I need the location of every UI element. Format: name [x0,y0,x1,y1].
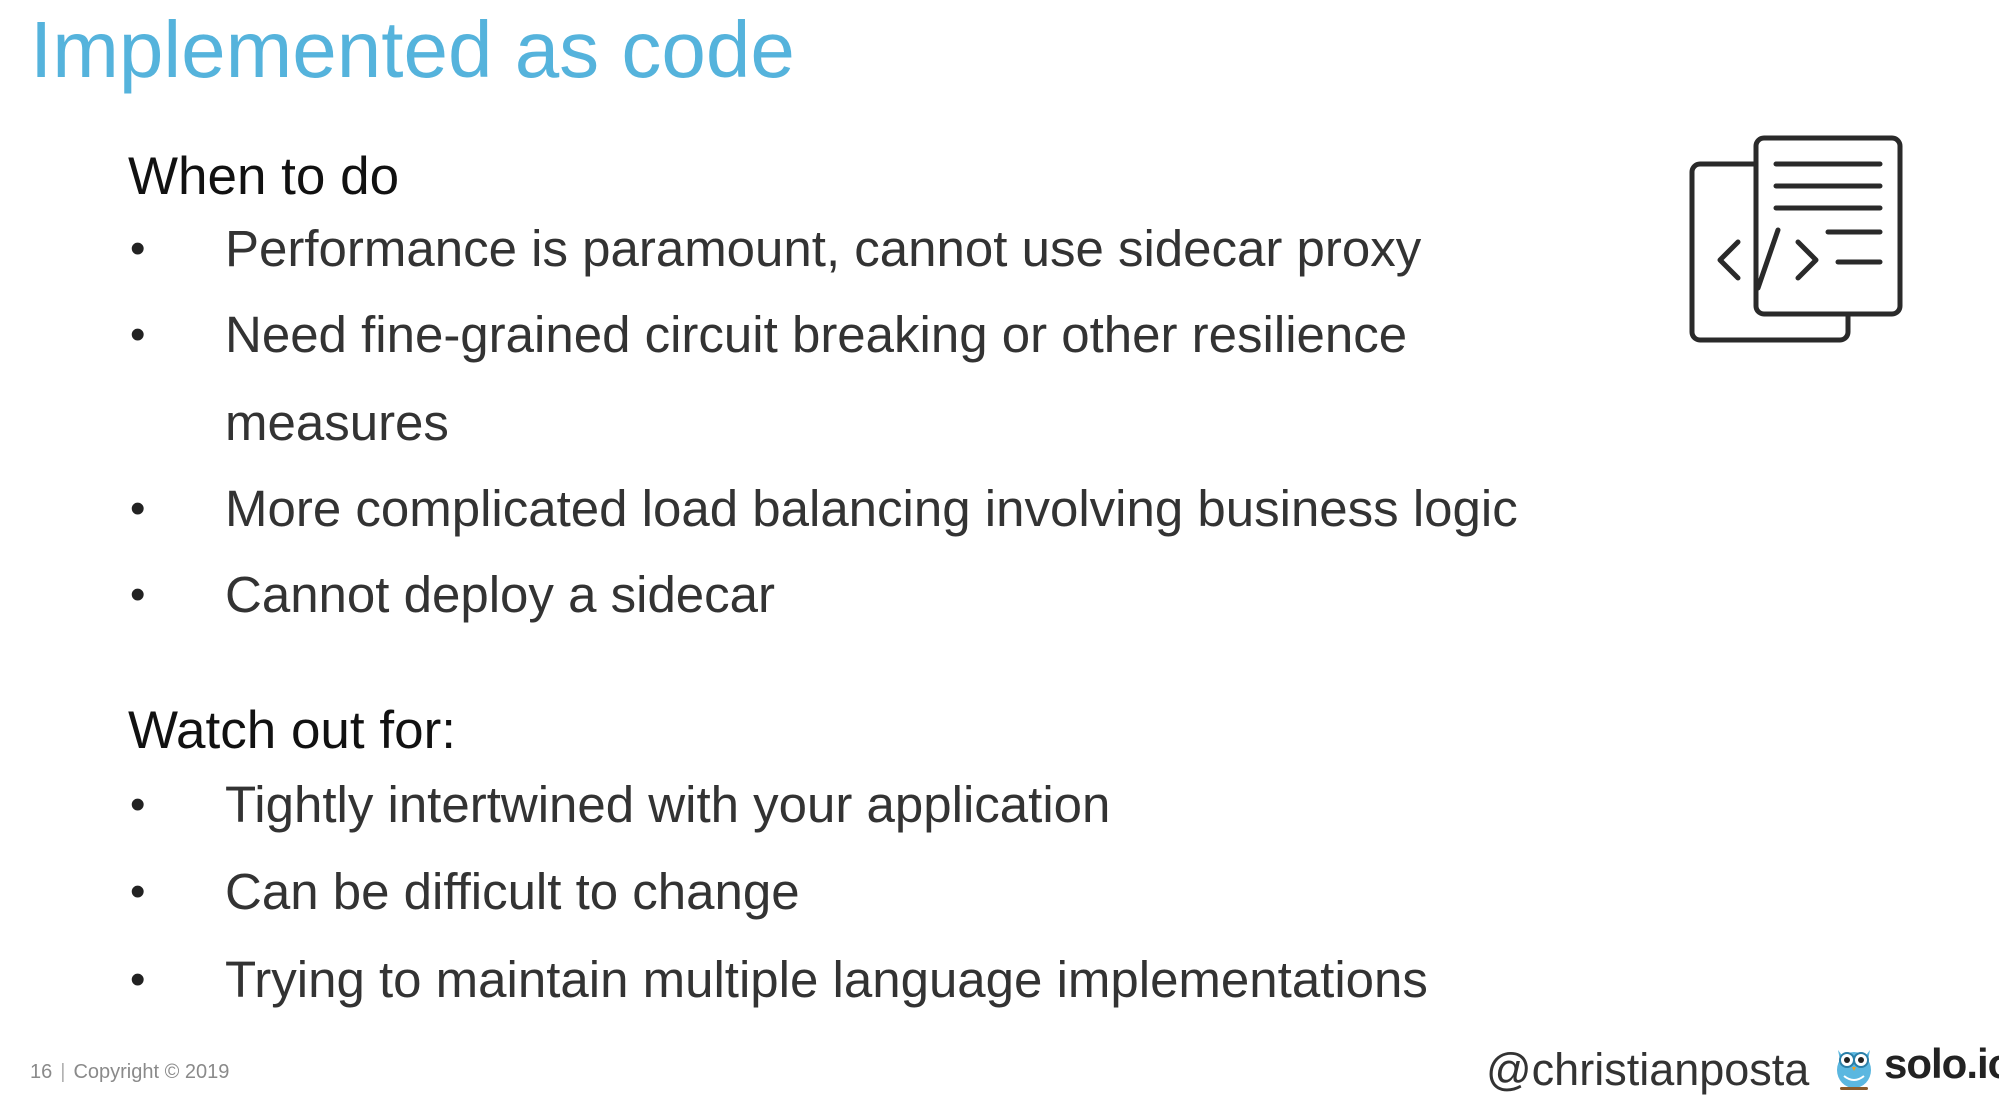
bullet-text: Tightly intertwined with your applicatio… [225,776,1111,833]
footer-separator: | [60,1061,66,1083]
bullet-text: Can be difficult to change [225,863,800,920]
section-heading-watch: Watch out for: [128,701,456,760]
author-handle: @christianposta [1486,1044,1810,1095]
solo-io-logo: solo.io [1830,1036,1999,1092]
bullet-dot: • [130,570,146,619]
logo-wordmark: solo.io [1884,1040,1999,1087]
bullet-dot: • [130,780,146,829]
bullet-item: • More complicated load balancing involv… [0,479,1999,539]
bullet-dot: • [130,484,146,533]
bullet-item: • Cannot deploy a sidecar [0,565,1999,625]
page-number: 16 [30,1061,53,1083]
section-heading-when: When to do [128,147,400,206]
bullet-text: Performance is paramount, cannot use sid… [225,220,1422,277]
bullet-dot: • [130,955,146,1004]
bullet-item: • Trying to maintain multiple language i… [0,950,1999,1010]
bullet-text: More complicated load balancing involvin… [225,480,1518,537]
bullet-item: • Can be difficult to change [0,862,1999,922]
owl-icon [1837,1050,1871,1090]
slide-title: Implemented as code [30,5,795,94]
copyright-text: Copyright © 2019 [73,1061,230,1083]
bullet-text: Trying to maintain multiple language imp… [225,951,1428,1008]
bullet-text: Cannot deploy a sidecar [225,566,776,623]
bullet-dot: • [130,867,146,916]
footer-copyright: 16 | Copyright © 2019 [30,1060,229,1084]
code-document-icon [1689,135,1903,343]
bullet-item: • Tightly intertwined with your applicat… [0,775,1999,835]
bullet-dot: • [130,224,146,273]
bullet-dot: • [130,310,146,359]
bullet-text: Need fine-grained circuit breaking or ot… [225,306,1408,451]
